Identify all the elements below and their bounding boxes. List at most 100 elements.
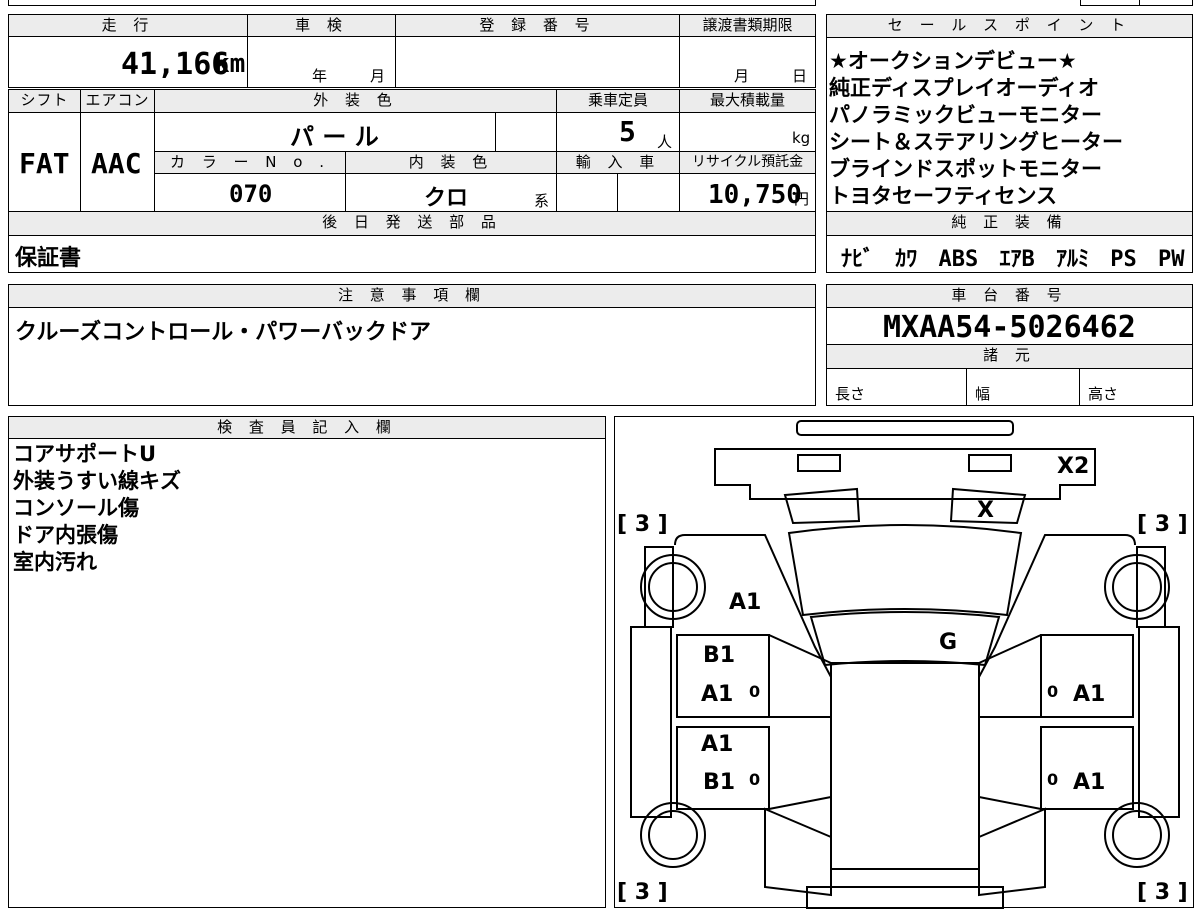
damage-mark-fender: A1 <box>729 590 761 615</box>
headlight-left <box>797 454 841 472</box>
exterior-color-cell: パ ー ル <box>154 112 496 152</box>
damage-mark-roof: G <box>939 630 957 655</box>
wheel-rear-left <box>640 802 706 868</box>
sales-point-item: 純正ディスプレイオーディオ <box>829 76 1100 100</box>
max-load-cell: kg <box>679 112 816 152</box>
inspection-header: 車 検 <box>247 14 396 37</box>
left-body-line <box>674 534 832 869</box>
mileage-cell: 41,166 km <box>8 36 248 88</box>
equipment-item: ﾅﾋﾞ <box>841 247 875 272</box>
interior-color-cell: クロ 系 <box>345 173 557 212</box>
rear-bumper <box>806 886 1004 909</box>
sales-points-cell: ★オークションデビュー★ 純正ディスプレイオーディオ パノラミックビューモニター… <box>826 37 1193 212</box>
equipment-item: ｴｱB <box>999 247 1035 272</box>
length-cell: 長さ <box>826 368 967 406</box>
damage-mark-front: X2 <box>1057 454 1089 479</box>
front-body <box>714 448 1096 500</box>
aircon-header: エアコン <box>80 89 155 113</box>
windshield <box>787 524 1023 617</box>
car-diagram: [ 3 ] [ 3 ] [ 3 ] [ 3 ] X2 X A1 G B1 A1 … <box>614 416 1194 909</box>
registration-header: 登 録 番 号 <box>395 14 680 37</box>
chassis-number: MXAA54-5026462 <box>883 310 1136 345</box>
recycle-unit: 円 <box>794 190 810 208</box>
door-handle-mark: 0 <box>1047 770 1058 789</box>
top-strip-right-b <box>1139 0 1193 6</box>
registration-cell <box>395 36 680 88</box>
door-handle-mark: 0 <box>749 770 760 789</box>
hood-panel <box>809 611 1001 667</box>
recycle-header: リサイクル預託金 <box>679 151 816 174</box>
roof <box>830 662 980 870</box>
door-handle-mark: 0 <box>1047 682 1058 701</box>
equipment-list: ﾅﾋﾞ ｶﾜ ABS ｴｱB ｱﾙﾐ PS PW <box>841 241 1185 273</box>
notes-text: クルーズコントロール・パワーバックドア <box>15 320 432 345</box>
damage-mark-windshield: X <box>977 498 994 523</box>
right-rear-door <box>1040 726 1134 810</box>
tire-label-rear-left: [ 3 ] <box>617 880 668 905</box>
spec-header: 諸 元 <box>826 344 1193 369</box>
mileage-header: 走 行 <box>8 14 248 37</box>
inspector-line: ドア内張傷 <box>13 523 118 547</box>
top-strip-right-a <box>1080 0 1140 6</box>
mirror-left <box>783 487 861 525</box>
inspector-line: コンソール傷 <box>13 496 139 520</box>
tire-label-front-right: [ 3 ] <box>1137 512 1188 537</box>
transfer-day-label: 日 <box>792 67 808 85</box>
wheel-rear-right <box>1104 802 1170 868</box>
sales-points-list: ★オークションデビュー★ 純正ディスプレイオーディオ パノラミックビューモニター… <box>829 48 1123 210</box>
wheel-rear-left-inner <box>648 810 698 860</box>
damage-mark-door-fl-1: B1 <box>703 643 735 668</box>
color-no-cell: 070 <box>154 173 346 212</box>
capacity-cell: 5 人 <box>556 112 680 152</box>
sales-points-header: セ ー ル ス ポ イ ン ト <box>826 14 1193 38</box>
damage-mark-door-rr: A1 <box>1073 770 1105 795</box>
mileage-unit: km <box>214 49 246 79</box>
height-label: 高さ <box>1088 385 1119 403</box>
exterior-color-header: 外 装 色 <box>154 89 557 113</box>
shift-header: シフト <box>8 89 81 113</box>
damage-mark-door-fl-2: A1 <box>701 682 733 707</box>
equipment-item: ABS <box>938 247 979 272</box>
width-cell: 幅 <box>966 368 1080 406</box>
recycle-cell: 10,750 円 <box>679 173 816 212</box>
left-pillar-a <box>768 634 832 664</box>
wheel-rear-right-inner <box>1112 810 1162 860</box>
tire-label-rear-right: [ 3 ] <box>1137 880 1188 905</box>
left-rear-quarter <box>764 807 832 897</box>
right-sill <box>1138 626 1180 818</box>
inspection-month-label: 月 <box>370 67 386 85</box>
aircon-cell: AAC <box>80 112 155 212</box>
inspection-year-label: 年 <box>312 67 328 85</box>
inspector-line: 室内汚れ <box>13 550 97 574</box>
front-bumper-strip <box>796 420 1014 436</box>
import-header: 輸 入 車 <box>556 151 680 174</box>
capacity-header: 乗車定員 <box>556 89 680 113</box>
inspection-cell: 年 月 <box>247 36 396 88</box>
left-sill <box>630 626 672 818</box>
sales-point-item: パノラミックビューモニター <box>829 103 1102 127</box>
transfer-deadline-cell: 月 日 <box>679 36 816 88</box>
inspector-line: 外装うすい線キズ <box>13 469 181 493</box>
sales-point-item: ★オークションデビュー★ <box>829 49 1077 73</box>
transfer-deadline-header: 譲渡書類期限 <box>679 14 816 37</box>
headlight-right <box>968 454 1012 472</box>
top-strip <box>8 0 816 6</box>
right-pillar-c <box>978 796 1042 810</box>
color-no-header: カ ラ ー N o . <box>154 151 346 174</box>
sales-point-item: ブラインドスポットモニター <box>829 157 1102 181</box>
max-load-unit: kg <box>792 129 811 147</box>
tire-label-front-left: [ 3 ] <box>617 512 668 537</box>
damage-mark-door-fr: A1 <box>1073 682 1105 707</box>
recycle-value: 10,750 <box>708 180 802 210</box>
right-pillar-a <box>978 634 1042 664</box>
import-cell-right <box>617 173 680 212</box>
interior-color-value: クロ <box>424 186 469 211</box>
equipment-item: ｶﾜ <box>895 247 918 272</box>
notes-header: 注 意 事 項 欄 <box>8 284 816 308</box>
right-rear-quarter <box>978 807 1046 897</box>
import-cell-left <box>556 173 618 212</box>
width-label: 幅 <box>975 385 991 403</box>
interior-color-suffix: 系 <box>534 192 550 210</box>
chassis-number-cell: MXAA54-5026462 <box>826 307 1193 345</box>
exterior-color-extra-cell <box>495 112 557 152</box>
